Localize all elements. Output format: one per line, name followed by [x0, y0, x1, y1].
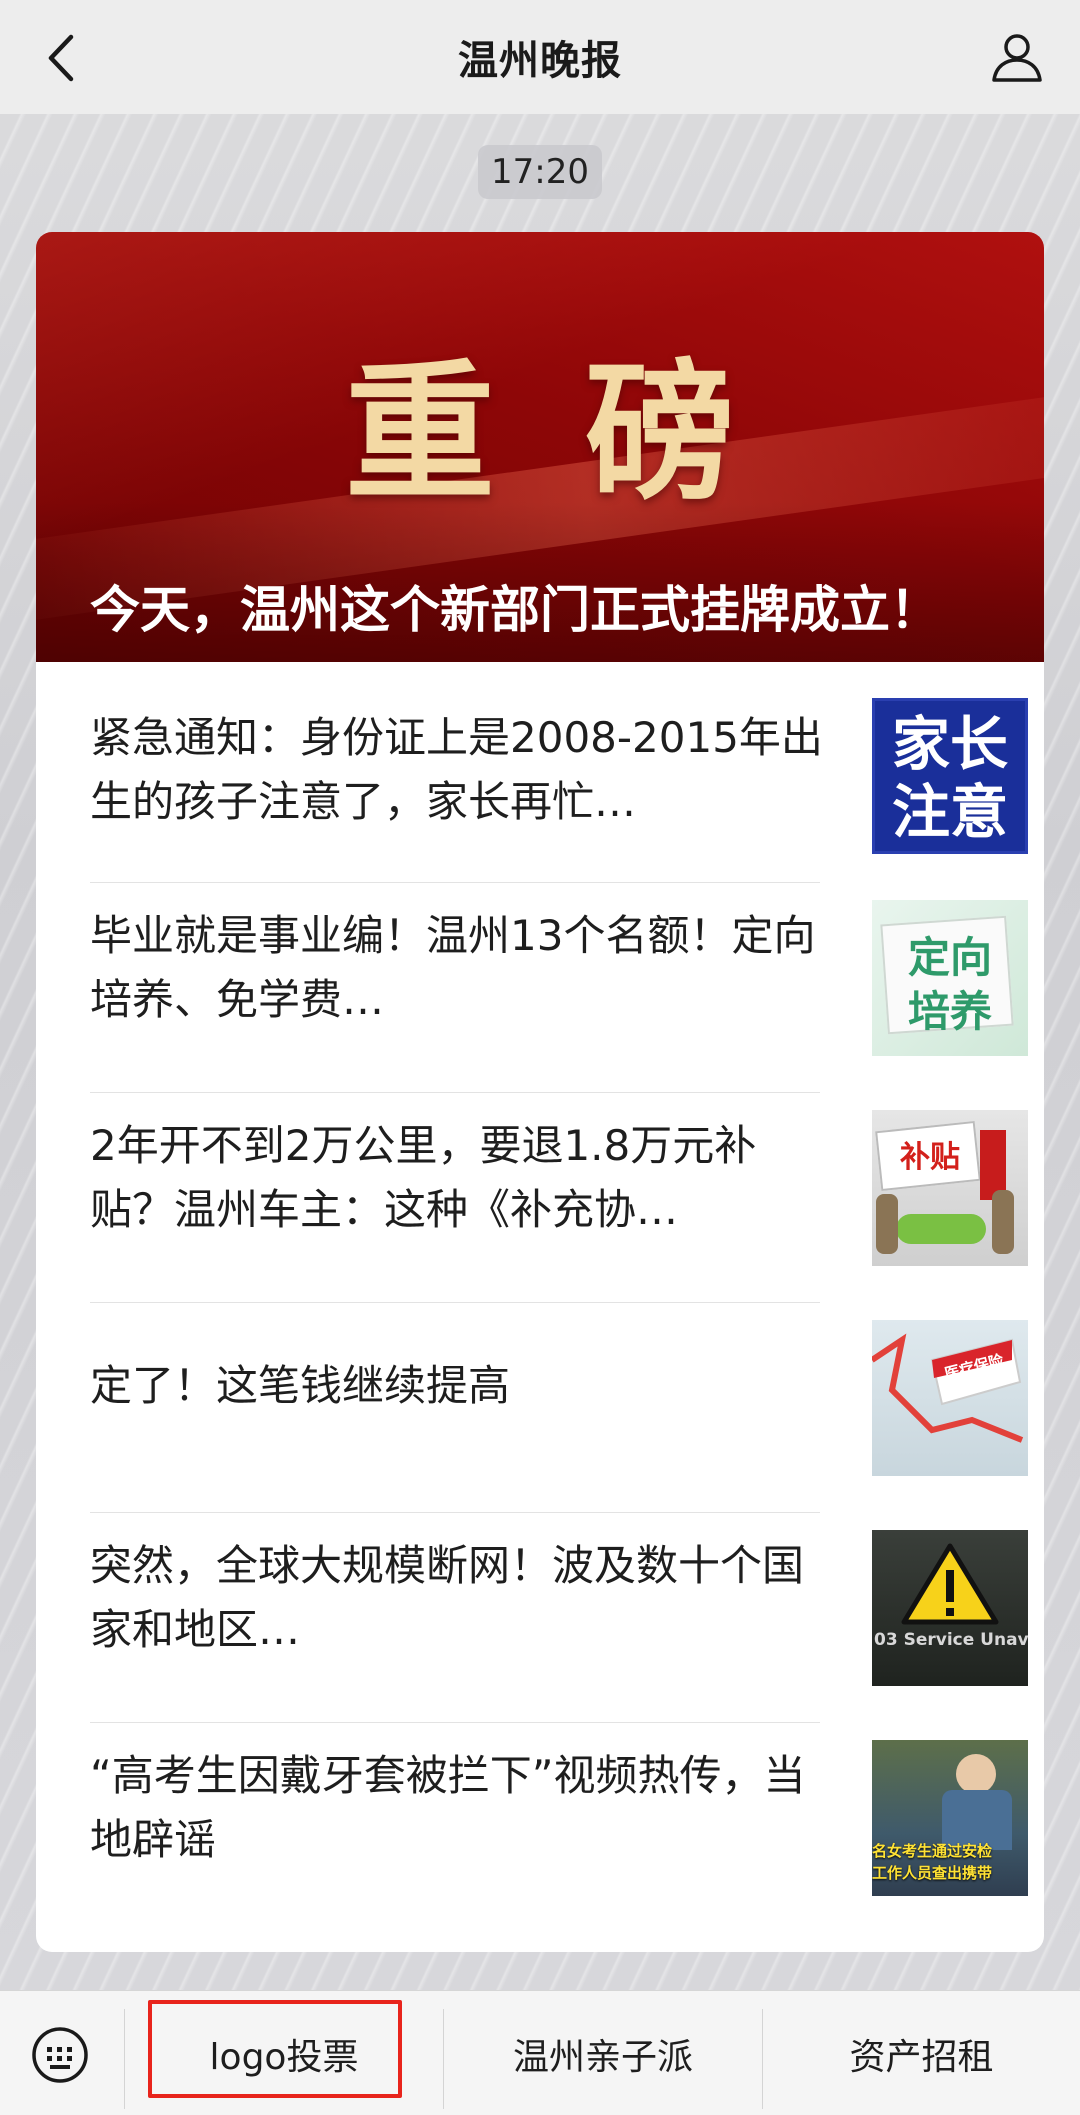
hero-banner[interactable]: 重磅 今天，温州这个新部门正式挂牌成立！: [36, 232, 1044, 662]
hero-headline-big: 重磅: [344, 345, 825, 521]
warning-icon: [901, 1543, 999, 1625]
article-thumbnail: 名女考生通过安检 工作人员查出携带: [872, 1740, 1028, 1896]
user-icon[interactable]: [988, 28, 1046, 86]
thumb-car: [896, 1214, 986, 1244]
article-thumbnail: 定向 培养: [872, 900, 1028, 1056]
article-thumbnail: 家长 注意: [872, 698, 1028, 854]
article-title: 定了！这笔钱继续提高: [90, 1361, 511, 1410]
keyboard-icon[interactable]: [28, 2015, 92, 2095]
thumb-text-line: 名女考生通过安检: [872, 1842, 993, 1860]
highlight-box: [148, 2000, 402, 2098]
top-nav-bar: 温州晚报: [0, 0, 1080, 114]
message-timestamp: 17:20: [478, 145, 602, 199]
thumb-text-line: 工作人员查出携带: [872, 1864, 993, 1882]
article-title: 紧急通知：身份证上是2008-2015年出生的孩子注意了，家长再忙…: [90, 713, 823, 826]
article-item[interactable]: 2年开不到2万公里，要退1.8万元补贴？温州车主：这种《补充协… 补贴: [90, 1092, 1028, 1302]
article-item[interactable]: “高考生因戴牙套被拦下”视频热传，当地辟谣 名女考生通过安检 工作人员查出携带: [90, 1722, 1028, 1932]
thumb-text-line: 03 Service Unavailabl: [874, 1630, 1028, 1650]
thumb-text-line: 注意: [891, 778, 1008, 846]
article-title: 毕业就是事业编！温州13个名额！定向培养、免学费…: [90, 911, 816, 1024]
article-title: 突然，全球大规模断网！波及数十个国家和地区…: [90, 1541, 805, 1654]
page-title: 温州晚报: [458, 38, 622, 84]
menu-item-asset-rental[interactable]: 资产招租: [763, 1991, 1080, 2115]
thumb-figure: [992, 1190, 1014, 1254]
article-title: “高考生因戴牙套被拦下”视频热传，当地辟谣: [90, 1751, 806, 1864]
chevron-left-icon[interactable]: [36, 30, 86, 86]
article-item[interactable]: 毕业就是事业编！温州13个名额！定向培养、免学费… 定向 培养: [90, 882, 1028, 1092]
thumb-graphic: [872, 1333, 1024, 1443]
hero-caption: 今天，温州这个新部门正式挂牌成立！: [90, 581, 940, 639]
thumb-text-line: 家长: [891, 710, 1008, 778]
thumb-figure: [876, 1194, 898, 1254]
article-title: 2年开不到2万公里，要退1.8万元补贴？温州车主：这种《补充协…: [90, 1121, 757, 1234]
thumb-text-line: 定向: [907, 933, 992, 982]
article-item[interactable]: 定了！这笔钱继续提高 医疗保险: [90, 1302, 1028, 1512]
article-thumbnail: 补贴: [872, 1110, 1028, 1266]
news-card[interactable]: 重磅 今天，温州这个新部门正式挂牌成立！ 紧急通知：身份证上是2008-2015…: [36, 232, 1044, 1952]
menu-item-parenting[interactable]: 温州亲子派: [444, 1991, 762, 2115]
thumb-text-line: 补贴: [900, 1140, 960, 1175]
article-item[interactable]: 紧急通知：身份证上是2008-2015年出生的孩子注意了，家长再忙… 家长 注意: [90, 662, 1028, 872]
thumb-text-line: 培养: [907, 987, 992, 1036]
thumb-figure-head: [956, 1754, 996, 1794]
chat-page: 温州晚报 17:20 重磅 今天，温州这个新部门正式挂牌成立！ 紧急通知：身份证…: [0, 0, 1080, 2115]
article-thumbnail: 03 Service Unavailabl: [872, 1530, 1028, 1686]
article-thumbnail: 医疗保险: [872, 1320, 1028, 1476]
article-item[interactable]: 突然，全球大规模断网！波及数十个国家和地区… 03 Service Unavai…: [90, 1512, 1028, 1722]
